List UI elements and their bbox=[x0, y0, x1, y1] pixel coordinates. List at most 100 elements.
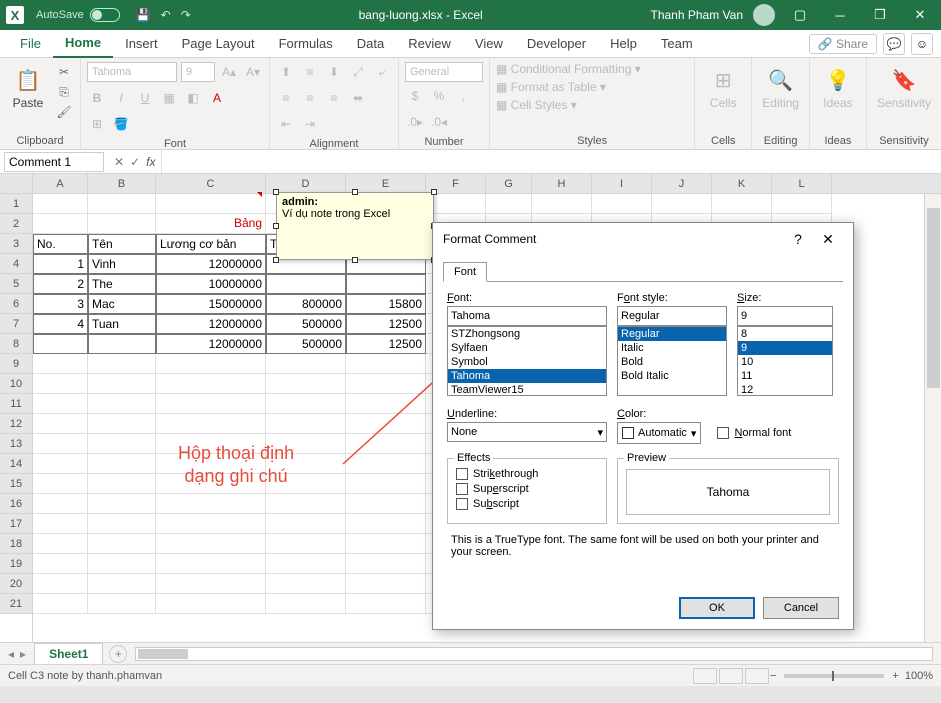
font-color-icon[interactable]: A bbox=[207, 88, 227, 108]
ok-button[interactable]: OK bbox=[679, 597, 755, 619]
wrap-icon[interactable]: ⤶ bbox=[372, 62, 392, 82]
underline-combo[interactable]: None▾ bbox=[447, 422, 607, 442]
cell-a3[interactable]: No. bbox=[33, 234, 88, 254]
zoom-percent[interactable]: 100% bbox=[905, 670, 933, 682]
sheet-tab[interactable]: Sheet1 bbox=[34, 643, 103, 664]
share-button[interactable]: 🔗 Share bbox=[809, 34, 877, 54]
row-header[interactable]: 4 bbox=[0, 254, 32, 274]
list-item[interactable]: 8 bbox=[738, 327, 832, 341]
list-item[interactable]: Italic bbox=[618, 341, 726, 355]
row-header[interactable]: 15 bbox=[0, 474, 32, 494]
smiley-icon[interactable]: ☺ bbox=[911, 33, 933, 55]
cancel-formula-icon[interactable]: ✕ bbox=[114, 155, 124, 169]
format-table-button[interactable]: ▦ Format as Table ▾ bbox=[496, 80, 606, 94]
formula-input[interactable] bbox=[161, 150, 941, 173]
list-item[interactable]: 11 bbox=[738, 369, 832, 383]
list-item[interactable]: TeamViewer15 bbox=[448, 383, 606, 396]
indent-dec-icon[interactable]: ⇤ bbox=[276, 114, 296, 134]
col-header[interactable]: G bbox=[486, 174, 532, 193]
cells-button[interactable]: ⊞Cells bbox=[701, 62, 745, 114]
font-input[interactable] bbox=[447, 306, 607, 326]
row-header[interactable]: 1 bbox=[0, 194, 32, 214]
size-input[interactable] bbox=[737, 306, 833, 326]
zoom-slider[interactable] bbox=[784, 674, 884, 678]
align-right-icon[interactable]: ≡ bbox=[324, 88, 344, 108]
accept-formula-icon[interactable]: ✓ bbox=[130, 155, 140, 169]
col-header[interactable]: I bbox=[592, 174, 652, 193]
fontstyle-list[interactable]: Regular Italic Bold Bold Italic bbox=[617, 326, 727, 396]
row-header[interactable]: 5 bbox=[0, 274, 32, 294]
sheet-nav-prev-icon[interactable]: ◂ bbox=[8, 647, 14, 661]
row-header[interactable]: 20 bbox=[0, 574, 32, 594]
view-normal-icon[interactable] bbox=[693, 668, 717, 684]
list-item[interactable]: Bold Italic bbox=[618, 369, 726, 383]
tab-review[interactable]: Review bbox=[396, 30, 463, 57]
row-header[interactable]: 14 bbox=[0, 454, 32, 474]
percent-icon[interactable]: % bbox=[429, 86, 449, 106]
select-all-corner[interactable] bbox=[0, 174, 32, 194]
dec-decimal-icon[interactable]: .0◂ bbox=[429, 112, 449, 132]
sheet-nav-next-icon[interactable]: ▸ bbox=[20, 647, 26, 661]
number-format-combo[interactable]: General bbox=[405, 62, 483, 82]
underline-button[interactable]: U bbox=[135, 88, 155, 108]
list-item[interactable]: Regular bbox=[618, 327, 726, 341]
row-header[interactable]: 8 bbox=[0, 334, 32, 354]
row-header[interactable]: 10 bbox=[0, 374, 32, 394]
align-mid-icon[interactable]: ≡ bbox=[300, 62, 320, 82]
font-size-combo[interactable]: 9 bbox=[181, 62, 215, 82]
strikethrough-checkbox[interactable]: Strikethrough bbox=[456, 468, 598, 480]
indent-inc-icon[interactable]: ⇥ bbox=[300, 114, 320, 134]
row-header[interactable]: 21 bbox=[0, 594, 32, 614]
row-header[interactable]: 11 bbox=[0, 394, 32, 414]
comma-icon[interactable]: , bbox=[453, 86, 473, 106]
fontstyle-input[interactable] bbox=[617, 306, 727, 326]
cancel-button[interactable]: Cancel bbox=[763, 597, 839, 619]
col-header[interactable]: E bbox=[346, 174, 426, 193]
orientation-icon[interactable]: ⤢ bbox=[348, 62, 368, 82]
close-icon[interactable]: ✕ bbox=[813, 231, 843, 248]
list-item[interactable]: 9 bbox=[738, 341, 832, 355]
toggle-off-icon[interactable] bbox=[90, 8, 120, 22]
list-item[interactable]: Sylfaen bbox=[448, 341, 606, 355]
horizontal-scrollbar[interactable] bbox=[135, 647, 933, 661]
inc-decimal-icon[interactable]: .0▸ bbox=[405, 112, 425, 132]
cut-icon[interactable]: ✂ bbox=[54, 62, 74, 82]
row-header[interactable]: 16 bbox=[0, 494, 32, 514]
decrease-font-icon[interactable]: A▾ bbox=[243, 62, 263, 82]
tab-insert[interactable]: Insert bbox=[113, 30, 170, 57]
tab-team[interactable]: Team bbox=[649, 30, 705, 57]
save-icon[interactable]: 💾 bbox=[136, 8, 151, 22]
list-item[interactable]: 10 bbox=[738, 355, 832, 369]
vertical-scrollbar[interactable] bbox=[924, 194, 941, 642]
col-header[interactable]: B bbox=[88, 174, 156, 193]
cell-b3[interactable]: Tên bbox=[88, 234, 156, 254]
fx-icon[interactable]: fx bbox=[146, 155, 155, 169]
font-name-combo[interactable]: Tahoma bbox=[87, 62, 177, 82]
fill-color-icon[interactable]: ◧ bbox=[183, 88, 203, 108]
size-list[interactable]: 8 9 10 11 12 14 bbox=[737, 326, 833, 396]
zoom-out-icon[interactable]: − bbox=[770, 670, 776, 682]
col-header[interactable]: K bbox=[712, 174, 772, 193]
undo-icon[interactable]: ↶ bbox=[161, 8, 171, 22]
row-header[interactable]: 6 bbox=[0, 294, 32, 314]
align-center-icon[interactable]: ≡ bbox=[300, 88, 320, 108]
subscript-checkbox[interactable]: Subscript bbox=[456, 498, 598, 510]
close-icon[interactable]: ✕ bbox=[905, 7, 935, 23]
help-icon[interactable]: ? bbox=[783, 231, 813, 247]
col-header[interactable]: J bbox=[652, 174, 712, 193]
col-header[interactable]: H bbox=[532, 174, 592, 193]
sensitivity-button[interactable]: 🔖Sensitivity bbox=[873, 62, 935, 114]
add-sheet-button[interactable]: + bbox=[109, 645, 127, 663]
tab-file[interactable]: File bbox=[8, 30, 53, 57]
row-header[interactable]: 2 bbox=[0, 214, 32, 234]
row-header[interactable]: 18 bbox=[0, 534, 32, 554]
superscript-checkbox[interactable]: Superscript bbox=[456, 483, 598, 495]
restore-icon[interactable]: ❐ bbox=[865, 7, 895, 23]
view-layout-icon[interactable] bbox=[719, 668, 743, 684]
align-left-icon[interactable]: ≡ bbox=[276, 88, 296, 108]
zoom-in-icon[interactable]: + bbox=[892, 670, 898, 682]
tab-page-layout[interactable]: Page Layout bbox=[170, 30, 267, 57]
view-pagebreak-icon[interactable] bbox=[745, 668, 769, 684]
row-header[interactable]: 13 bbox=[0, 434, 32, 454]
row-header[interactable]: 17 bbox=[0, 514, 32, 534]
